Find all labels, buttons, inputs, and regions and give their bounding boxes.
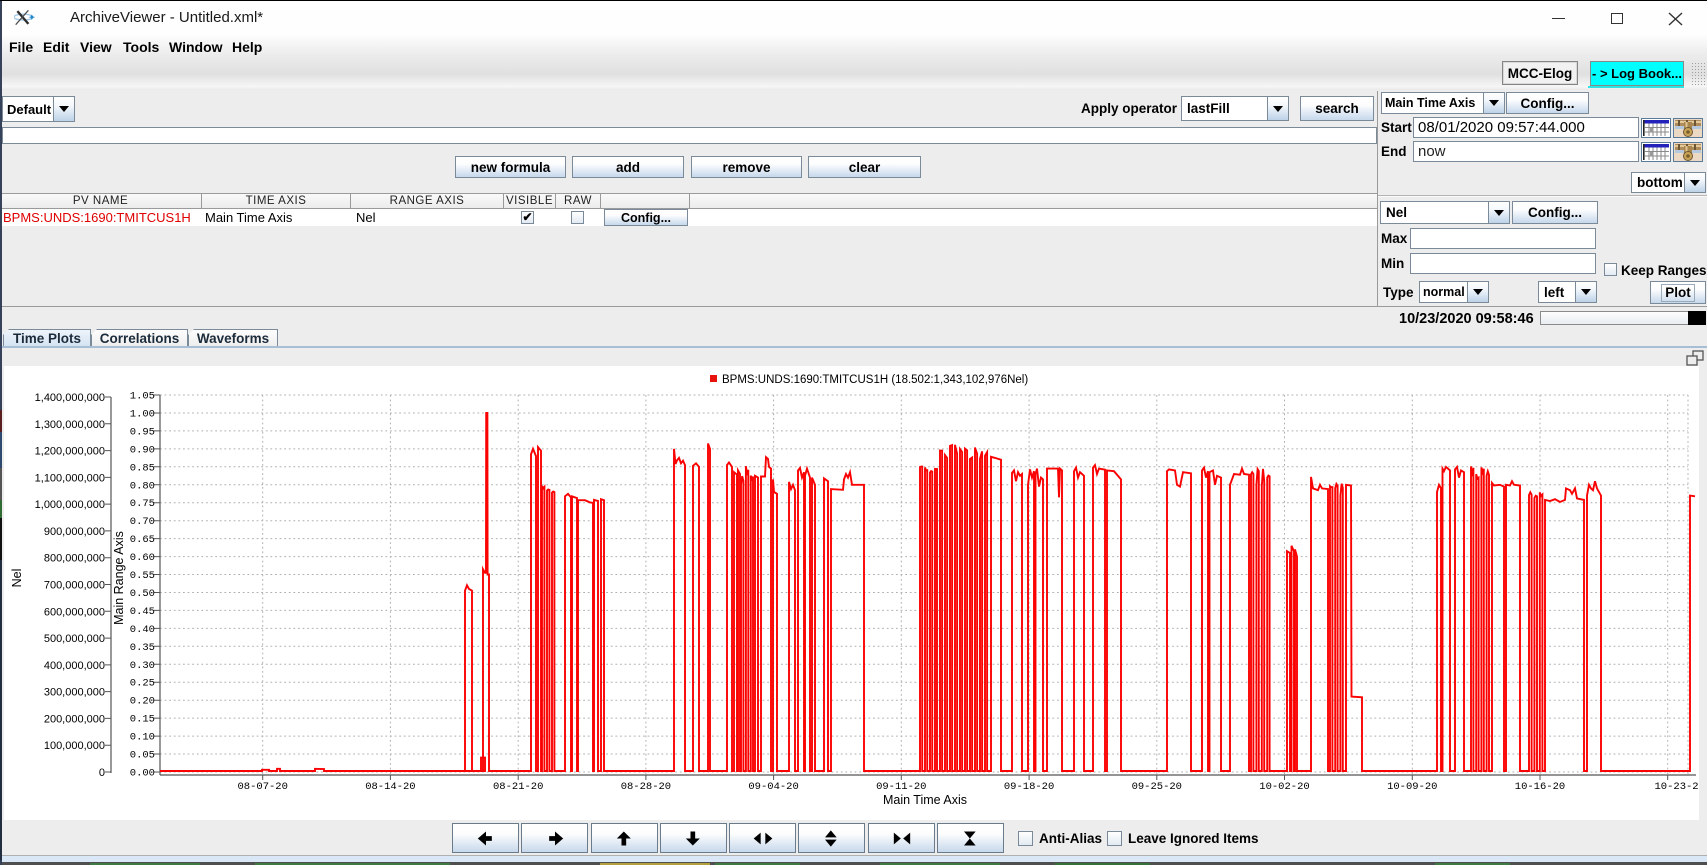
svg-text:0.40: 0.40 xyxy=(130,624,155,636)
svg-text:0: 0 xyxy=(99,767,105,779)
svg-text:0.60: 0.60 xyxy=(130,552,155,564)
svg-text:1,200,000,000: 1,200,000,000 xyxy=(35,446,105,458)
svg-text:400,000,000: 400,000,000 xyxy=(44,660,105,672)
svg-text:08-14-20: 08-14-20 xyxy=(365,781,415,793)
svg-text:0.50: 0.50 xyxy=(130,588,155,600)
svg-text:10-23-20: 10-23-20 xyxy=(1654,781,1699,793)
svg-text:0.00: 0.00 xyxy=(130,768,155,780)
svg-text:0.85: 0.85 xyxy=(130,462,155,474)
svg-text:0.10: 0.10 xyxy=(130,732,155,744)
svg-text:0.35: 0.35 xyxy=(130,642,155,654)
svg-text:300,000,000: 300,000,000 xyxy=(44,687,105,699)
svg-text:1,400,000,000: 1,400,000,000 xyxy=(35,392,105,404)
svg-text:1,100,000,000: 1,100,000,000 xyxy=(35,472,105,484)
svg-text:0.05: 0.05 xyxy=(130,750,155,762)
svg-text:10-16-20: 10-16-20 xyxy=(1515,781,1565,793)
svg-text:100,000,000: 100,000,000 xyxy=(44,740,105,752)
svg-text:08-28-20: 08-28-20 xyxy=(621,781,671,793)
svg-text:1.00: 1.00 xyxy=(130,409,155,421)
svg-text:0.20: 0.20 xyxy=(130,696,155,708)
svg-text:0.15: 0.15 xyxy=(130,714,155,726)
svg-text:900,000,000: 900,000,000 xyxy=(44,526,105,538)
svg-text:0.70: 0.70 xyxy=(130,516,155,528)
svg-text:10-02-20: 10-02-20 xyxy=(1259,781,1309,793)
svg-text:08-07-20: 08-07-20 xyxy=(237,781,287,793)
svg-text:1,300,000,000: 1,300,000,000 xyxy=(35,419,105,431)
svg-text:09-04-20: 09-04-20 xyxy=(748,781,798,793)
svg-text:0.80: 0.80 xyxy=(130,480,155,492)
svg-text:Main Time Axis: Main Time Axis xyxy=(883,793,967,807)
svg-text:500,000,000: 500,000,000 xyxy=(44,633,105,645)
svg-text:BPMS:UNDS:1690:TMITCUS1H (18.5: BPMS:UNDS:1690:TMITCUS1H (18.502:1,343,1… xyxy=(722,374,1028,386)
svg-text:0.75: 0.75 xyxy=(130,498,155,510)
svg-text:09-11-20: 09-11-20 xyxy=(876,781,926,793)
svg-text:800,000,000: 800,000,000 xyxy=(44,553,105,565)
svg-text:0.95: 0.95 xyxy=(130,426,155,438)
svg-text:08-21-20: 08-21-20 xyxy=(493,781,543,793)
svg-text:09-18-20: 09-18-20 xyxy=(1004,781,1054,793)
svg-text:0.90: 0.90 xyxy=(130,444,155,456)
svg-text:0.30: 0.30 xyxy=(130,660,155,672)
svg-text:1.05: 1.05 xyxy=(130,391,155,403)
svg-text:0.65: 0.65 xyxy=(130,534,155,546)
svg-text:0.25: 0.25 xyxy=(130,678,155,690)
svg-text:Main Range Axis: Main Range Axis xyxy=(112,531,126,625)
svg-text:10-09-20: 10-09-20 xyxy=(1387,781,1437,793)
svg-text:600,000,000: 600,000,000 xyxy=(44,606,105,618)
svg-text:1,000,000,000: 1,000,000,000 xyxy=(35,499,105,511)
svg-text:0.55: 0.55 xyxy=(130,570,155,582)
svg-text:09-25-20: 09-25-20 xyxy=(1132,781,1182,793)
svg-text:200,000,000: 200,000,000 xyxy=(44,713,105,725)
svg-text:700,000,000: 700,000,000 xyxy=(44,580,105,592)
svg-text:0.45: 0.45 xyxy=(130,606,155,618)
svg-text:Nel: Nel xyxy=(10,569,24,588)
